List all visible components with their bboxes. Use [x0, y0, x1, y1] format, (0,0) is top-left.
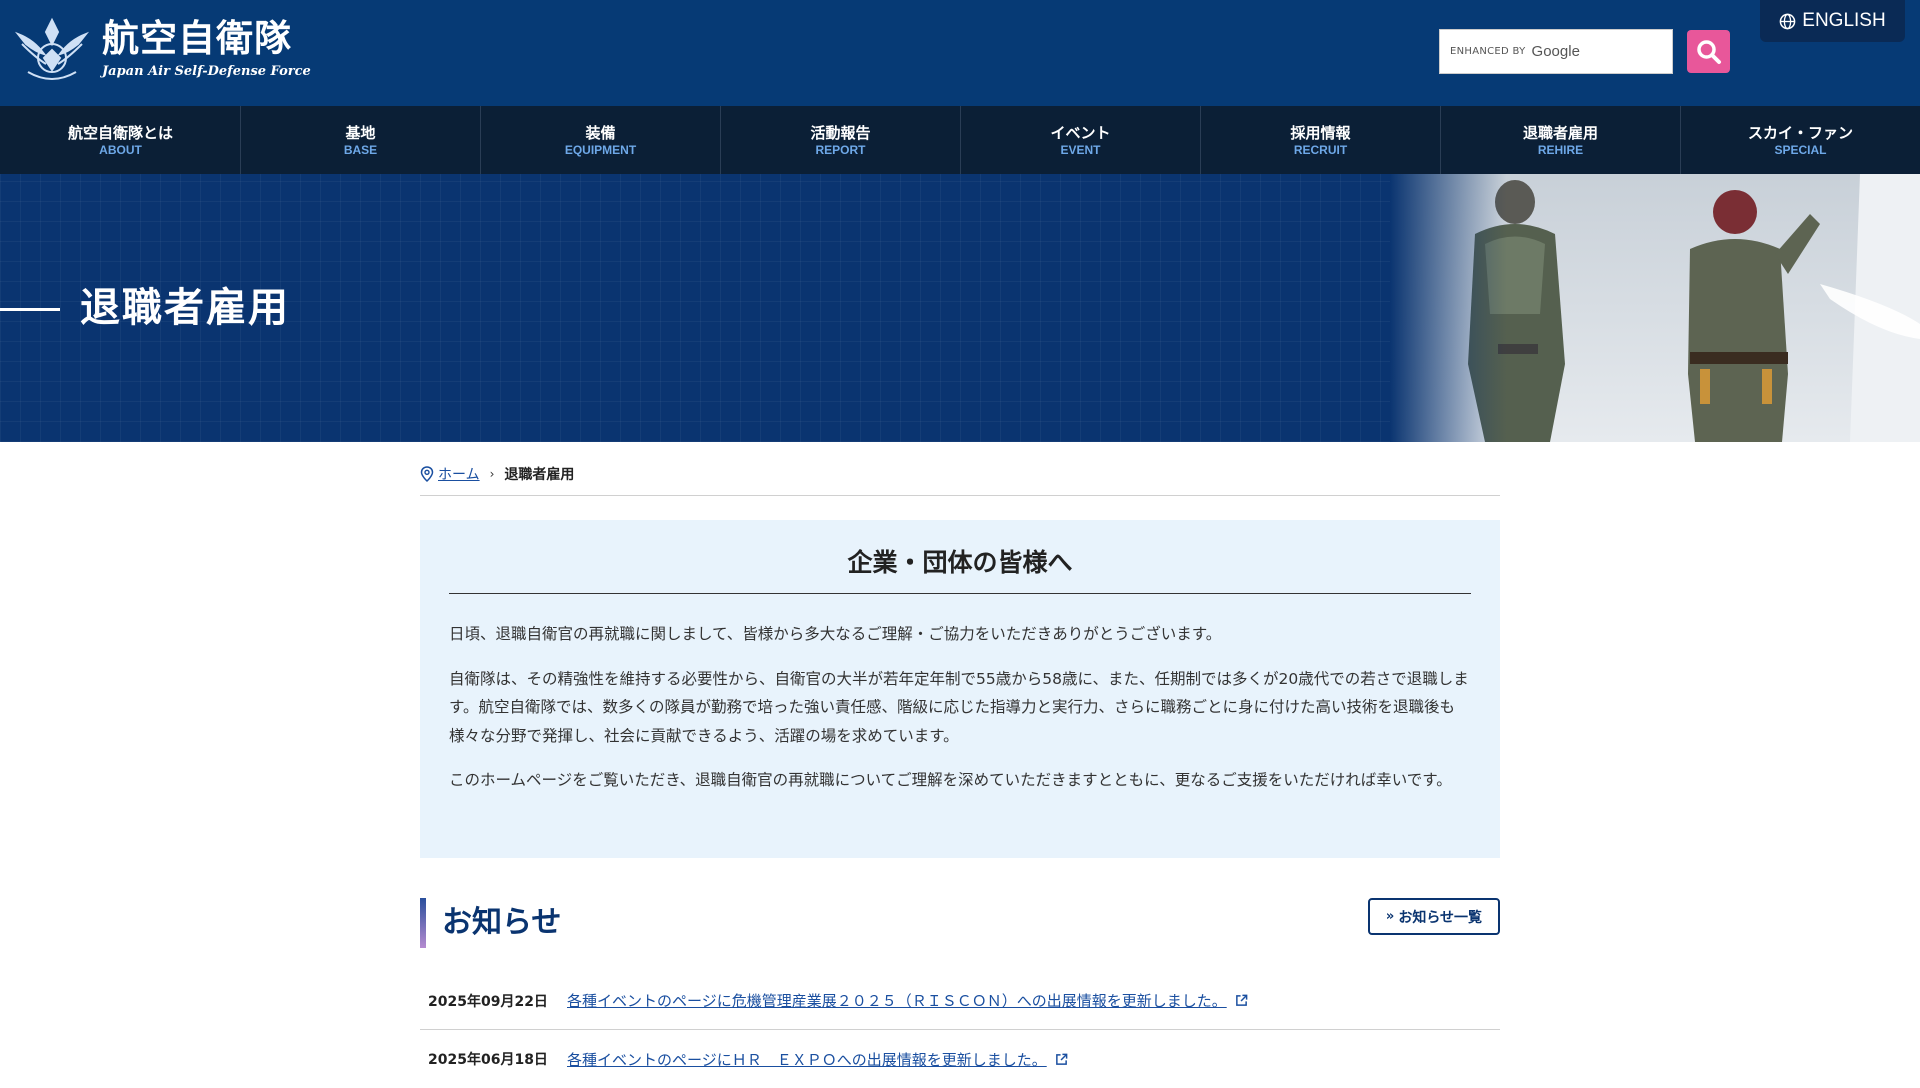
site-header: 航空自衛隊 Japan Air Self-Defense Force ENHAN… — [0, 0, 1920, 106]
nav-label-en: RECRUIT — [1293, 142, 1348, 157]
nav-item-event[interactable]: イベント EVENT — [960, 106, 1200, 174]
logo-title-en: Japan Air Self-Defense Force — [102, 64, 311, 79]
page-title: 退職者雇用 — [80, 285, 290, 331]
news-list-label: お知らせ一覧 — [1398, 909, 1483, 926]
nav-label-jp: 航空自衛隊とは — [67, 123, 173, 142]
breadcrumb: ホーム › 退職者雇用 — [420, 456, 1500, 496]
search-input[interactable] — [1440, 30, 1672, 73]
news-link-text: 各種イベントのページにＨＲ ＥＸＰＯへの出展情報を更新しました。 — [567, 1050, 1047, 1069]
message-box: 企業・団体の皆様へ 日頃、退職自衛官の再就職に関しまして、皆様から多大なるご理解… — [420, 520, 1500, 858]
english-label: ENGLISH — [1802, 10, 1886, 31]
site-logo[interactable]: 航空自衛隊 Japan Air Self-Defense Force — [14, 14, 311, 86]
message-paragraph: 自衛隊は、その精強性を維持する必要性から、自衛官の大半が若年定年制で55歳から5… — [449, 669, 1469, 745]
nav-label-jp: イベント — [1050, 123, 1111, 142]
location-pin-icon — [420, 465, 434, 482]
message-paragraph: 日頃、退職自衛官の再就職に関しまして、皆様から多大なるご理解・ご協力をいただきあ… — [449, 625, 1222, 643]
breadcrumb-separator: › — [489, 466, 495, 481]
nav-label-en: SPECIAL — [1774, 142, 1827, 157]
breadcrumb-current: 退職者雇用 — [504, 466, 575, 483]
search-button[interactable] — [1687, 30, 1730, 73]
english-button[interactable]: ENGLISH — [1760, 0, 1905, 42]
news-title: お知らせ — [442, 905, 562, 940]
news-item: 2025年09月22日 各種イベントのページに危機管理産業展２０２５（ＲＩＳＣＯ… — [420, 972, 1500, 1030]
news-item: 2025年06月18日 各種イベントのページにＨＲ ＥＸＰＯへの出展情報を更新し… — [420, 1030, 1500, 1088]
news-date: 2025年09月22日 — [428, 993, 548, 1010]
news-title-accent-bar — [420, 898, 426, 948]
globe-icon — [1779, 13, 1796, 29]
nav-item-about[interactable]: 航空自衛隊とは ABOUT — [0, 106, 240, 174]
news-link[interactable]: 各種イベントのページに危機管理産業展２０２５（ＲＩＳＣＯＮ）への出展情報を更新し… — [567, 990, 1248, 1011]
news-date: 2025年06月18日 — [428, 1052, 548, 1068]
nav-label-en: BASE — [343, 142, 378, 157]
news-link-text: 各種イベントのページに危機管理産業展２０２５（ＲＩＳＣＯＮ）への出展情報を更新し… — [567, 992, 1227, 1010]
nav-item-base[interactable]: 基地 BASE — [240, 106, 480, 174]
nav-label-jp: 採用情報 — [1290, 123, 1351, 142]
search-icon — [1696, 39, 1721, 64]
nav-item-recruit[interactable]: 採用情報 RECRUIT — [1200, 106, 1440, 174]
nav-label-jp: 退職者雇用 — [1522, 123, 1598, 142]
hero-title-line — [0, 308, 60, 311]
external-link-icon — [1055, 1053, 1068, 1065]
message-title: 企業・団体の皆様へ — [449, 546, 1471, 594]
message-paragraph: このホームページをご覧いただき、退職自衛官の再就職についてご理解を深めていただき… — [449, 771, 1452, 789]
nav-label-jp: 基地 — [345, 123, 376, 142]
external-link-icon — [1235, 994, 1248, 1006]
hero-banner: 退職者雇用 — [0, 174, 1920, 442]
nav-label-en: EQUIPMENT — [564, 142, 637, 157]
nav-label-en: REPORT — [815, 142, 866, 157]
nav-label-en: EVENT — [1060, 142, 1101, 157]
site-search-box[interactable]: ENHANCED BY Google — [1439, 29, 1673, 74]
nav-label-jp: スカイ・ファン — [1747, 123, 1853, 142]
nav-item-report[interactable]: 活動報告 REPORT — [720, 106, 960, 174]
news-section-header: お知らせ » お知らせ一覧 — [420, 898, 1500, 948]
news-list-button[interactable]: » お知らせ一覧 — [1368, 898, 1500, 935]
nav-item-rehire[interactable]: 退職者雇用 REHIRE — [1440, 106, 1680, 174]
nav-label-en: ABOUT — [99, 142, 142, 157]
nav-item-special[interactable]: スカイ・ファン SPECIAL — [1680, 106, 1920, 174]
logo-title-jp: 航空自衛隊 — [102, 17, 292, 60]
jasdf-emblem-icon — [14, 17, 90, 80]
global-nav: 航空自衛隊とは ABOUT 基地 BASE 装備 EQUIPMENT 活動報告 … — [0, 106, 1920, 174]
double-chevron-right-icon: » — [1385, 909, 1395, 924]
news-link[interactable]: 各種イベントのページにＨＲ ＥＸＰＯへの出展情報を更新しました。 — [567, 1049, 1068, 1070]
nav-item-equipment[interactable]: 装備 EQUIPMENT — [480, 106, 720, 174]
hero-photo-image — [1390, 174, 1920, 442]
breadcrumb-home-link[interactable]: ホーム — [438, 464, 480, 484]
nav-label-jp: 装備 — [585, 123, 616, 142]
nav-label-jp: 活動報告 — [810, 123, 871, 142]
nav-label-en: REHIRE — [1537, 142, 1584, 157]
